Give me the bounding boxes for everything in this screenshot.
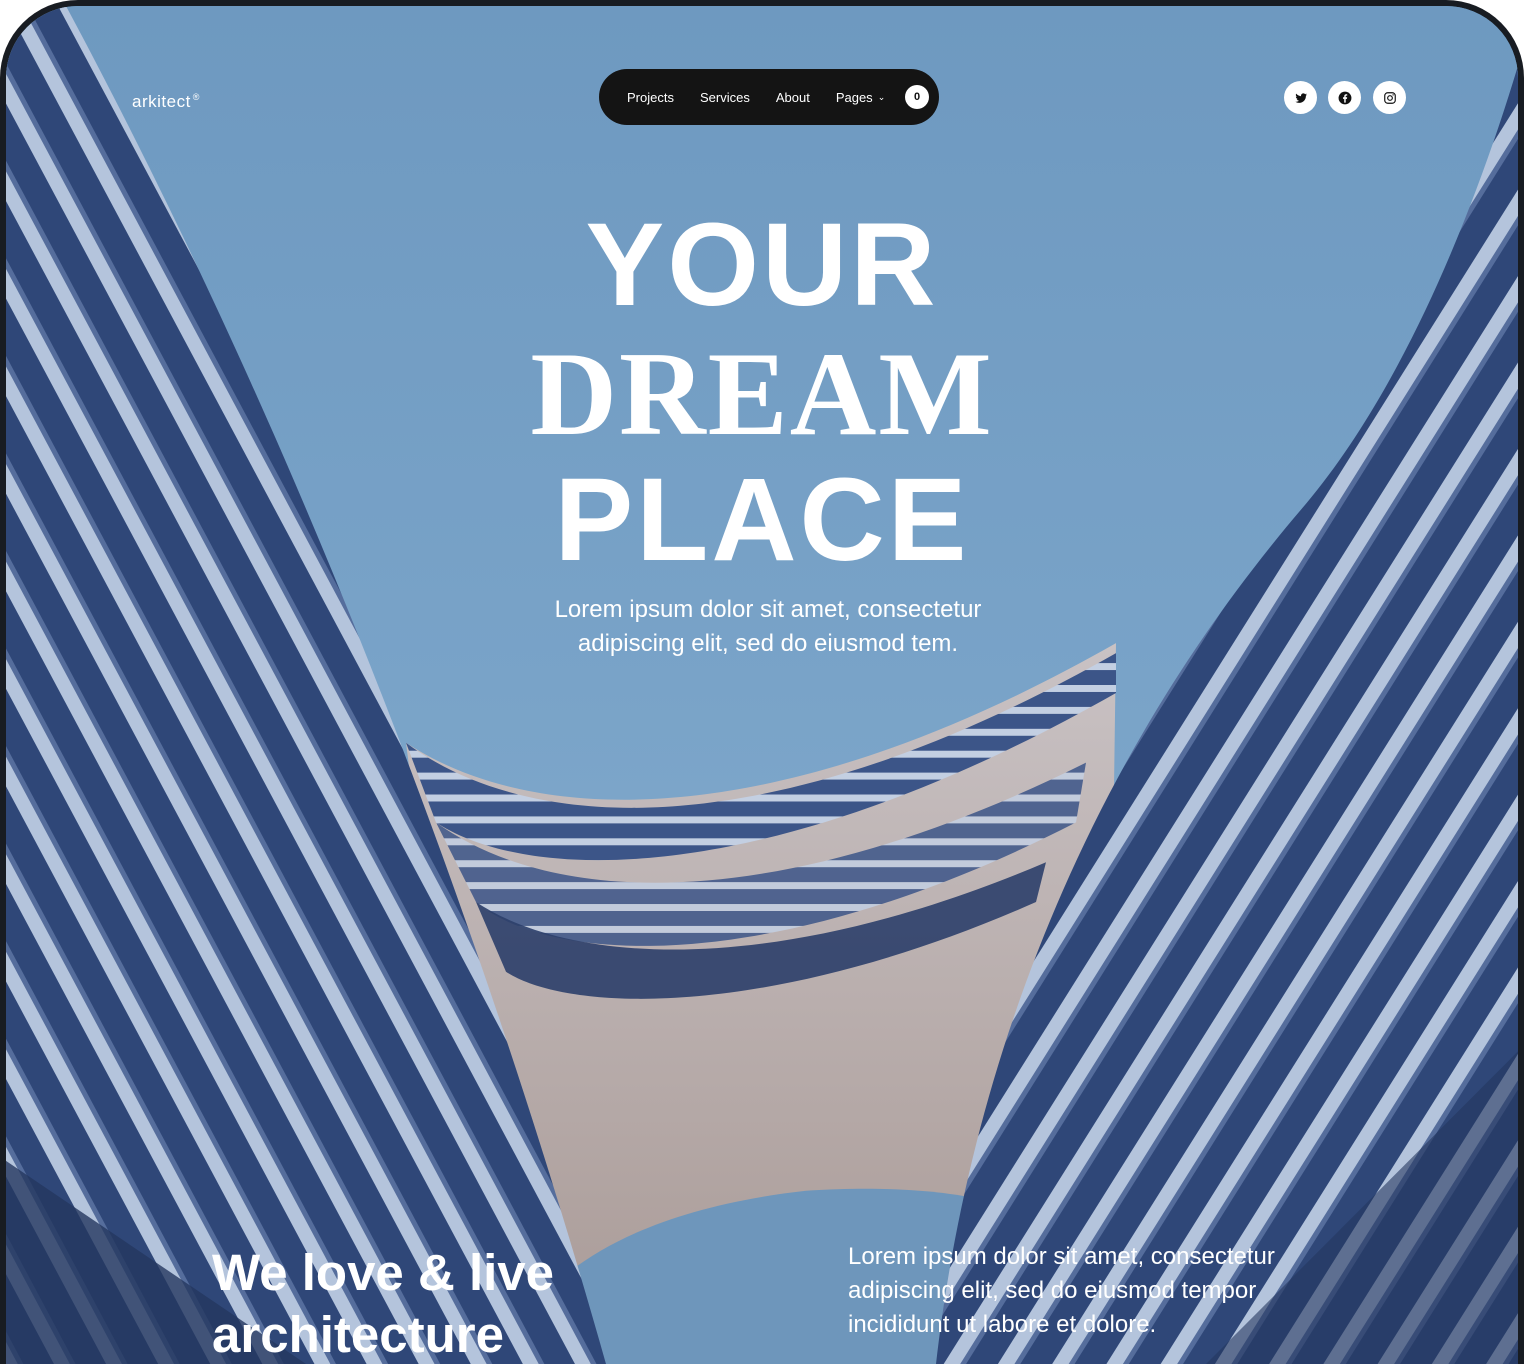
instagram-icon[interactable] — [1373, 81, 1406, 114]
chevron-down-icon: ⌄ — [877, 91, 886, 102]
cart-count-badge[interactable]: 0 — [905, 85, 929, 109]
facebook-icon[interactable] — [1328, 81, 1361, 114]
hero-title-line-3: PLACE — [554, 454, 970, 586]
section-tagline: We love & live architecture — [212, 1244, 555, 1363]
browser-frame: arkitect ® Projects Services About Pages … — [0, 0, 1524, 1364]
nav-item-projects[interactable]: Projects — [627, 90, 674, 105]
brand-logo[interactable]: arkitect ® — [132, 92, 200, 112]
hero-subtitle: Lorem ipsum dolor sit amet, consectetur … — [554, 596, 982, 657]
hero-title-line-1: YOUR — [585, 199, 939, 331]
nav-item-about[interactable]: About — [776, 90, 810, 105]
section-description: Lorem ipsum dolor sit amet, consectetur … — [848, 1243, 1275, 1338]
nav-item-pages[interactable]: Pages ⌄ — [836, 90, 885, 105]
nav-item-services[interactable]: Services — [700, 90, 750, 105]
brand-name: arkitect — [132, 92, 191, 111]
hero-title-line-2: DREAM — [530, 327, 994, 460]
twitter-icon[interactable] — [1284, 81, 1317, 114]
main-nav: Projects Services About Pages ⌄ 0 — [599, 69, 939, 125]
registered-mark: ® — [192, 92, 200, 103]
nav-item-pages-label: Pages — [835, 89, 873, 105]
